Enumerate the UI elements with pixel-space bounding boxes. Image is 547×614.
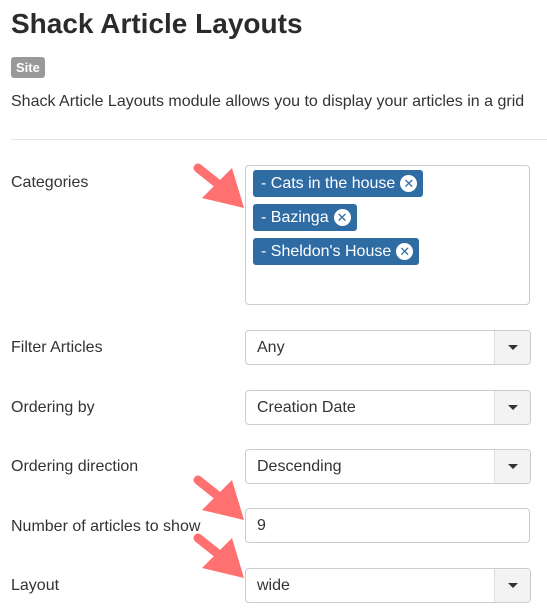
annotation-arrow-icon — [193, 533, 244, 578]
categories-label: Categories — [11, 174, 89, 191]
ordering-direction-label: Ordering direction — [11, 458, 139, 475]
layout-select[interactable]: wide — [245, 568, 531, 603]
module-description: Shack Article Layouts module allows you … — [11, 93, 525, 110]
category-chip: - Cats in the house ✕ — [253, 170, 424, 197]
filter-articles-select[interactable]: Any — [245, 330, 531, 365]
category-chip: - Sheldon's House ✕ — [253, 238, 420, 265]
dropdown-toggle[interactable] — [494, 569, 530, 602]
layout-value: wide — [257, 577, 290, 594]
categories-multiselect[interactable]: - Cats in the house ✕ - Bazinga ✕ - Shel… — [245, 165, 530, 305]
ordering-by-select[interactable]: Creation Date — [245, 390, 531, 425]
filter-articles-value: Any — [257, 339, 285, 356]
ordering-by-value: Creation Date — [257, 399, 356, 416]
category-chip: - Bazinga ✕ — [253, 204, 357, 231]
category-chip-label: - Sheldon's House — [261, 242, 392, 260]
dropdown-toggle[interactable] — [494, 391, 530, 424]
number-of-articles-label: Number of articles to show — [11, 518, 201, 535]
remove-circle-icon[interactable]: ✕ — [400, 175, 418, 192]
layout-label: Layout — [11, 577, 60, 594]
site-badge: Site — [11, 57, 45, 78]
caret-down-icon — [507, 583, 518, 588]
remove-circle-icon[interactable]: ✕ — [396, 243, 414, 260]
caret-down-icon — [507, 345, 518, 350]
dropdown-toggle[interactable] — [494, 450, 530, 483]
caret-down-icon — [507, 405, 518, 410]
caret-down-icon — [507, 464, 518, 469]
ordering-by-label: Ordering by — [11, 399, 95, 416]
remove-circle-icon[interactable]: ✕ — [333, 209, 351, 226]
divider — [11, 139, 547, 140]
annotation-arrow-icon — [193, 163, 244, 208]
category-chip-label: - Cats in the house — [261, 174, 396, 192]
ordering-direction-select[interactable]: Descending — [245, 449, 531, 484]
number-of-articles-input[interactable]: 9 — [245, 508, 530, 543]
annotation-arrow-icon — [193, 475, 244, 520]
page-title: Shack Article Layouts — [11, 8, 303, 39]
dropdown-toggle[interactable] — [494, 331, 530, 364]
category-chip-label: - Bazinga — [261, 208, 329, 226]
ordering-direction-value: Descending — [257, 458, 342, 475]
filter-articles-label: Filter Articles — [11, 339, 103, 356]
